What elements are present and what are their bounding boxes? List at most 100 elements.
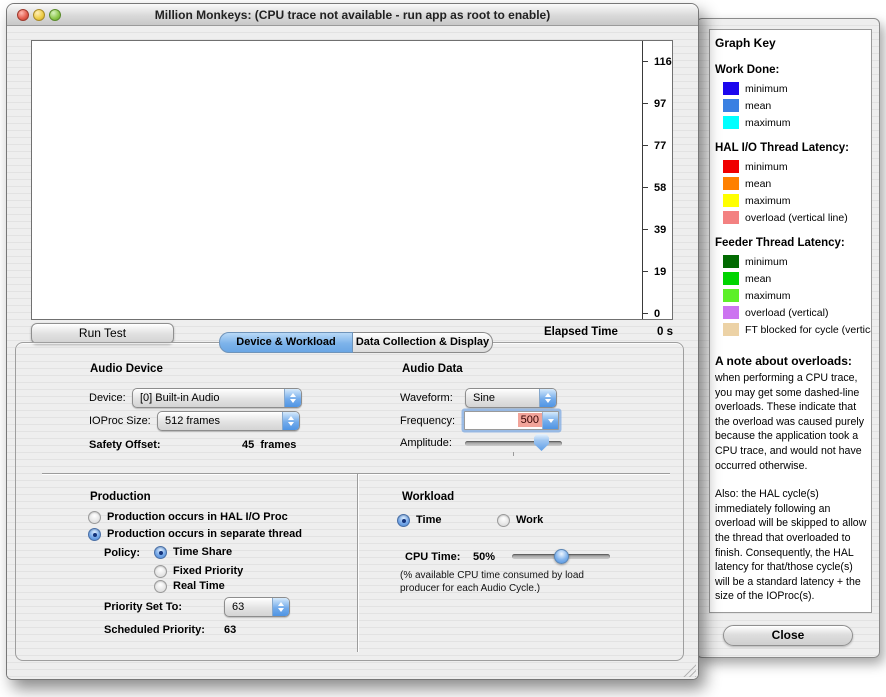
radio-production-hal[interactable]: Production occurs in HAL I/O Proc bbox=[88, 509, 288, 525]
overloads-note-heading: A note about overloads: bbox=[715, 354, 868, 368]
tick-label: 58 bbox=[654, 182, 666, 194]
tick-mark bbox=[642, 313, 648, 314]
legend-section-heading: Work Done: bbox=[715, 64, 868, 76]
tick-mark bbox=[642, 271, 648, 272]
legend-label: overload (vertical) bbox=[745, 307, 828, 319]
legend-item: minimum bbox=[715, 158, 868, 175]
scheduled-priority-value: 63 bbox=[224, 624, 236, 636]
color-swatch bbox=[723, 116, 739, 129]
overloads-note-paragraph-2: Also: the HAL cycle(s) immediately follo… bbox=[715, 487, 867, 604]
y-axis-tick: 97 bbox=[642, 98, 699, 110]
color-swatch bbox=[723, 160, 739, 173]
amplitude-slider-tick bbox=[513, 452, 514, 456]
horizontal-divider bbox=[42, 473, 670, 474]
radio-selected-icon[interactable] bbox=[397, 514, 410, 527]
legend-item: maximum bbox=[715, 192, 868, 209]
radio-icon[interactable] bbox=[88, 511, 101, 524]
waveform-label: Waveform: bbox=[400, 392, 453, 404]
legend-label: mean bbox=[745, 100, 771, 112]
graph-key-title: Graph Key bbox=[715, 36, 868, 50]
tab-device-workload[interactable]: Device & Workload bbox=[219, 332, 353, 353]
legend-label: minimum bbox=[745, 161, 788, 173]
elapsed-time-label: Elapsed Time bbox=[544, 326, 618, 338]
radio-policy-fixed-priority[interactable]: Fixed Priority bbox=[154, 563, 243, 579]
radio-workload-work[interactable]: Work bbox=[497, 512, 543, 528]
radio-label: Production occurs in separate thread bbox=[107, 528, 302, 540]
tick-mark bbox=[642, 103, 648, 104]
tick-mark bbox=[642, 61, 648, 62]
title-bar[interactable]: Million Monkeys: (CPU trace not availabl… bbox=[7, 4, 698, 26]
radio-policy-real-time[interactable]: Real Time bbox=[154, 578, 225, 594]
frequency-value: 500 bbox=[518, 413, 542, 427]
legend-label: mean bbox=[745, 273, 771, 285]
legend-item: maximum bbox=[715, 114, 868, 131]
radio-selected-icon[interactable] bbox=[154, 546, 167, 559]
audio-data-heading: Audio Data bbox=[402, 363, 463, 375]
tick-mark bbox=[642, 229, 648, 230]
color-swatch bbox=[723, 177, 739, 190]
legend-label: FT blocked for cycle (vertical) bbox=[745, 324, 872, 336]
color-swatch bbox=[723, 194, 739, 207]
legend-item: mean bbox=[715, 175, 868, 192]
radio-production-thread[interactable]: Production occurs in separate thread bbox=[88, 526, 302, 542]
ioproc-size-popup-value: 512 frames bbox=[165, 415, 220, 427]
legend-item: maximum bbox=[715, 287, 868, 304]
y-axis-tick: 19 bbox=[642, 266, 699, 278]
legend-item: mean bbox=[715, 97, 868, 114]
scheduled-priority-label: Scheduled Priority: bbox=[104, 624, 205, 636]
cpu-time-slider-thumb[interactable] bbox=[554, 549, 569, 564]
radio-workload-time[interactable]: Time bbox=[397, 512, 441, 528]
radio-policy-time-share[interactable]: Time Share bbox=[154, 544, 232, 560]
run-test-button[interactable]: Run Test bbox=[31, 323, 174, 344]
tick-label: 97 bbox=[654, 98, 666, 110]
combo-dropdown-icon[interactable] bbox=[542, 412, 558, 429]
ioproc-size-popup[interactable]: 512 frames bbox=[157, 411, 300, 431]
priority-popup[interactable]: 63 bbox=[224, 597, 290, 617]
legend-label: minimum bbox=[745, 83, 788, 95]
priority-set-to-label: Priority Set To: bbox=[104, 601, 182, 613]
tab-data-collection-display[interactable]: Data Collection & Display bbox=[353, 332, 493, 353]
radio-label: Time bbox=[416, 514, 441, 526]
waveform-popup-value: Sine bbox=[473, 392, 495, 404]
amplitude-label: Amplitude: bbox=[400, 437, 452, 449]
popup-arrows-icon bbox=[539, 389, 556, 407]
radio-icon[interactable] bbox=[154, 580, 167, 593]
legend-item: overload (vertical line) bbox=[715, 209, 868, 226]
graph-key-panel: Graph Key Work Done: minimum mean maximu… bbox=[709, 29, 872, 613]
close-button[interactable]: Close bbox=[723, 625, 853, 646]
device-label: Device: bbox=[89, 392, 126, 404]
resize-grip[interactable] bbox=[682, 663, 696, 677]
popup-arrows-icon bbox=[282, 412, 299, 430]
amplitude-slider[interactable] bbox=[465, 441, 562, 446]
color-swatch bbox=[723, 211, 739, 224]
color-swatch bbox=[723, 306, 739, 319]
tick-label: 19 bbox=[654, 266, 666, 278]
safety-offset-value: 45 frames bbox=[242, 439, 296, 451]
frequency-combobox[interactable]: 500 bbox=[464, 411, 559, 430]
radio-icon[interactable] bbox=[497, 514, 510, 527]
legend-label: maximum bbox=[745, 290, 791, 302]
legend-item: mean bbox=[715, 270, 868, 287]
frequency-field[interactable]: 500 bbox=[465, 412, 542, 429]
radio-icon[interactable] bbox=[154, 565, 167, 578]
radio-label: Real Time bbox=[173, 580, 225, 592]
y-axis-tick: 0 bbox=[642, 308, 699, 320]
priority-popup-value: 63 bbox=[232, 601, 244, 613]
legend-section-heading: HAL I/O Thread Latency: bbox=[715, 142, 868, 154]
ioproc-size-label: IOProc Size: bbox=[89, 415, 151, 427]
window-body: 116 97 77 58 39 19 bbox=[7, 26, 698, 679]
radio-selected-icon[interactable] bbox=[88, 528, 101, 541]
y-axis-tick: 58 bbox=[642, 182, 699, 194]
device-popup-value: [0] Built-in Audio bbox=[140, 392, 220, 404]
legend-section-heading: Feeder Thread Latency: bbox=[715, 237, 868, 249]
device-popup[interactable]: [0] Built-in Audio bbox=[132, 388, 302, 408]
window-title: Million Monkeys: (CPU trace not availabl… bbox=[7, 8, 698, 22]
cpu-time-slider[interactable] bbox=[512, 554, 610, 559]
tick-label: 0 bbox=[654, 308, 660, 320]
frequency-label: Frequency: bbox=[400, 415, 455, 427]
tick-label: 39 bbox=[654, 224, 666, 236]
y-axis-tick: 77 bbox=[642, 140, 699, 152]
waveform-popup[interactable]: Sine bbox=[465, 388, 557, 408]
amplitude-slider-thumb[interactable] bbox=[534, 434, 549, 451]
radio-label: Fixed Priority bbox=[173, 565, 243, 577]
